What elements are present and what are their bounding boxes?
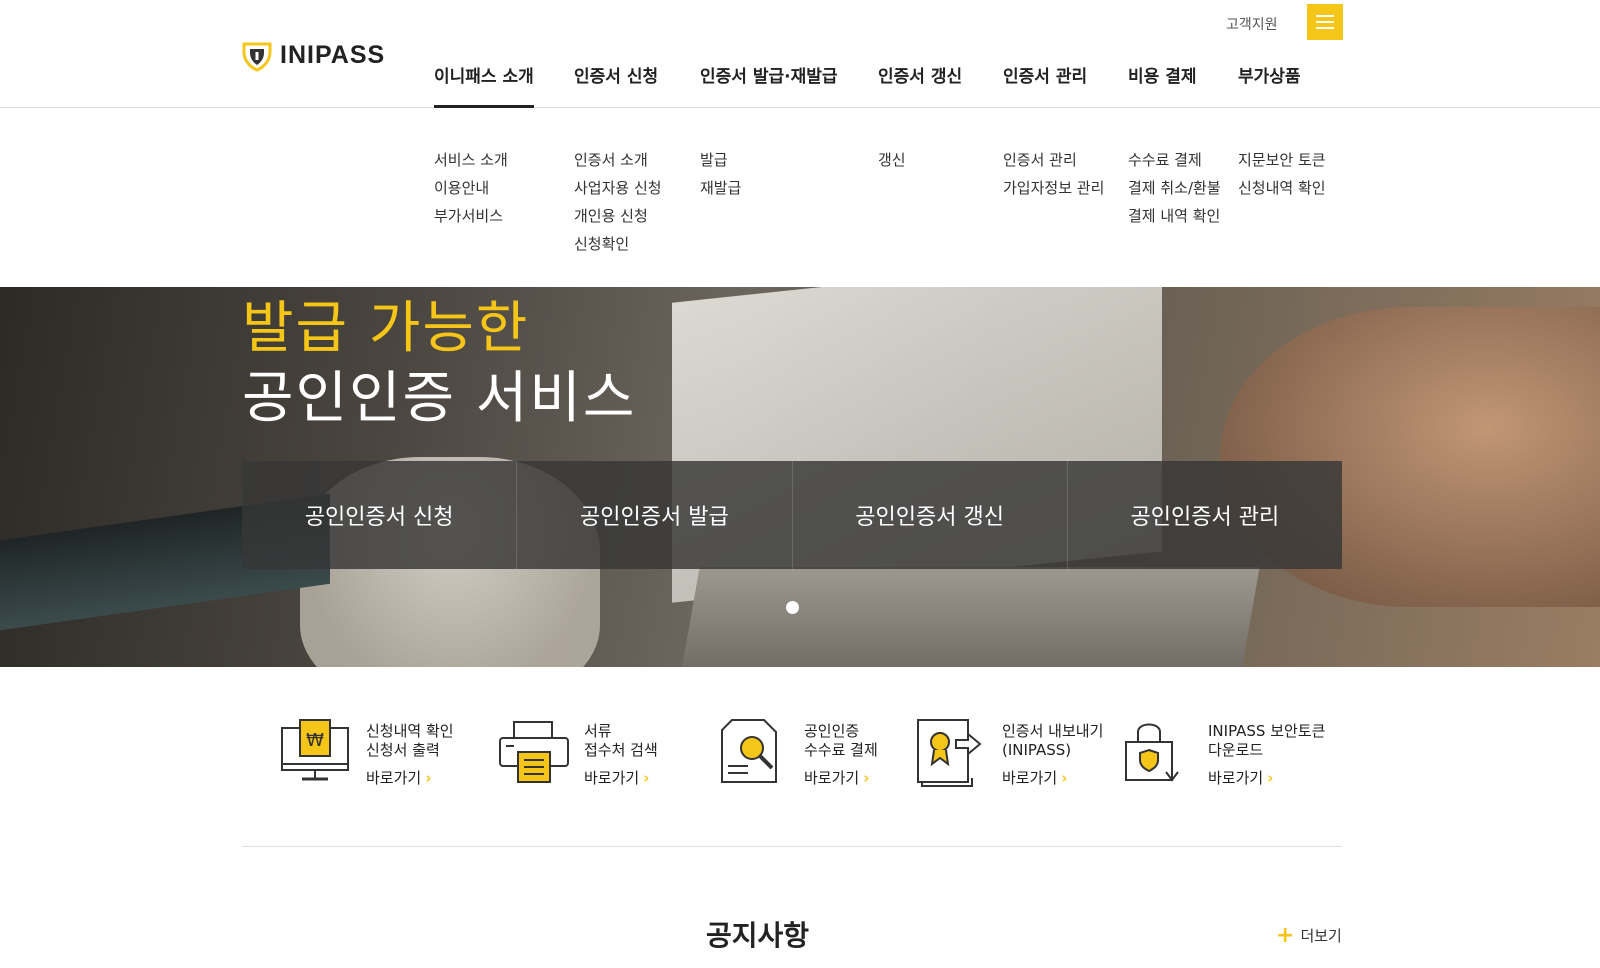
- carousel-indicator-dot[interactable]: [786, 601, 799, 614]
- service-subtitle: 접수처 검색: [584, 741, 658, 759]
- nav-inipass-intro[interactable]: 이니패스 소개: [434, 62, 534, 108]
- document-search-icon: [721, 719, 777, 783]
- service-label: 신청내역 확인 신청서 출력 바로가기 ›: [366, 718, 454, 788]
- submenu-item[interactable]: 지문보안 토큰: [1238, 146, 1326, 174]
- laptop-keyboard-image: [680, 567, 1260, 667]
- service-title: 서류: [584, 722, 612, 740]
- service-subtitle: 다운로드: [1208, 741, 1264, 759]
- submenu-item[interactable]: 수수료 결제: [1128, 146, 1221, 174]
- submenu-item[interactable]: 인증서 소개: [574, 146, 662, 174]
- service-title: INIPASS 보안토큰: [1208, 722, 1326, 740]
- service-token-download[interactable]: INIPASS 보안토큰 다운로드 바로가기 ›: [1122, 718, 1325, 788]
- site-header: INIPASS 고객지원 이니패스 소개 인증서 신청 인증서 발급·재발급 인…: [0, 0, 1600, 108]
- quick-manage-button[interactable]: 공인인증서 관리: [1066, 461, 1342, 569]
- service-label: 공인인증 수수료 결제 바로가기 ›: [804, 718, 878, 788]
- submenu-item[interactable]: 결제 취소/환불: [1128, 174, 1221, 202]
- section-divider: [242, 846, 1342, 847]
- submenu-manage: 인증서 관리 가입자정보 관리: [1003, 146, 1104, 202]
- submenu-item[interactable]: 신청내역 확인: [1238, 174, 1326, 202]
- lock-download-icon: [1125, 723, 1179, 782]
- submenu-item[interactable]: 개인용 신청: [574, 202, 662, 230]
- support-link[interactable]: 고객지원: [1226, 14, 1278, 34]
- chevron-right-icon: ›: [1061, 769, 1068, 787]
- nav-cert-apply[interactable]: 인증서 신청: [574, 62, 658, 107]
- quick-apply-button[interactable]: 공인인증서 신청: [242, 461, 516, 569]
- menu-line-icon: [1316, 21, 1334, 23]
- submenu-issue: 발급 재발급: [700, 146, 741, 202]
- service-document-office[interactable]: 서류 접수처 검색 바로가기 ›: [498, 718, 658, 788]
- submenu-item[interactable]: 신청확인: [574, 230, 662, 258]
- plus-icon: +: [1276, 923, 1295, 948]
- monitor-won-icon: ₩: [281, 719, 349, 781]
- nav-cert-manage[interactable]: 인증서 관리: [1003, 62, 1087, 107]
- nav-cert-issue[interactable]: 인증서 발급·재발급: [700, 62, 838, 107]
- hero-banner: 발급 가능한 공인인증 서비스 공인인증서 신청 공인인증서 발급 공인인증서 …: [0, 287, 1600, 667]
- nav-cert-renew[interactable]: 인증서 갱신: [878, 62, 962, 107]
- shortcut-link[interactable]: 바로가기 ›: [366, 769, 454, 788]
- service-title: 공인인증: [804, 722, 860, 740]
- submenu-item[interactable]: 인증서 관리: [1003, 146, 1104, 174]
- chevron-right-icon: ›: [425, 769, 432, 787]
- certificate-export-icon: [917, 719, 982, 787]
- service-subtitle: 수수료 결제: [804, 741, 878, 759]
- more-label: 더보기: [1300, 927, 1342, 945]
- service-application-history[interactable]: ₩ 신청내역 확인 신청서 출력 바로가기 ›: [280, 718, 454, 788]
- inipass-logo[interactable]: INIPASS: [240, 38, 385, 72]
- hero-title: 공인인증 서비스: [242, 366, 637, 431]
- svg-text:₩: ₩: [306, 730, 324, 751]
- service-label: 인증서 내보내기 (INIPASS) 바로가기 ›: [1002, 718, 1103, 788]
- shield-logo-icon: [242, 42, 272, 72]
- menu-line-icon: [1316, 15, 1334, 17]
- submenu-item[interactable]: 갱신: [878, 146, 906, 174]
- shortcut-link[interactable]: 바로가기 ›: [1002, 769, 1103, 788]
- submenu-addon: 지문보안 토큰 신청내역 확인: [1238, 146, 1326, 202]
- submenu-item[interactable]: 이용안내: [434, 174, 508, 202]
- service-cert-export[interactable]: 인증서 내보내기 (INIPASS) 바로가기 ›: [916, 718, 1103, 788]
- chevron-right-icon: ›: [643, 769, 650, 787]
- service-label: INIPASS 보안토큰 다운로드 바로가기 ›: [1208, 718, 1325, 788]
- printer-icon: [499, 721, 569, 783]
- brand-name: INIPASS: [280, 40, 386, 69]
- service-title: 인증서 내보내기: [1002, 722, 1104, 740]
- notice-more-link[interactable]: + 더보기: [1276, 923, 1342, 948]
- menu-line-icon: [1316, 27, 1334, 29]
- service-label: 서류 접수처 검색 바로가기 ›: [584, 718, 658, 788]
- submenu-apply: 인증서 소개 사업자용 신청 개인용 신청 신청확인: [574, 146, 662, 258]
- quick-renew-button[interactable]: 공인인증서 갱신: [791, 461, 1067, 569]
- service-subtitle: (INIPASS): [1002, 741, 1072, 759]
- service-title: 신청내역 확인: [366, 722, 454, 740]
- service-subtitle: 신청서 출력: [366, 741, 440, 759]
- shortcut-link[interactable]: 바로가기 ›: [804, 769, 878, 788]
- submenu-item[interactable]: 가입자정보 관리: [1003, 174, 1104, 202]
- shortcut-link[interactable]: 바로가기 ›: [584, 769, 658, 788]
- submenu-item[interactable]: 부가서비스: [434, 202, 508, 230]
- nav-payment[interactable]: 비용 결제: [1128, 62, 1196, 107]
- submenu-item[interactable]: 발급: [700, 146, 741, 174]
- shortcut-link[interactable]: 바로가기 ›: [1208, 769, 1325, 788]
- submenu-item[interactable]: 결제 내역 확인: [1128, 202, 1221, 230]
- submenu-item[interactable]: 서비스 소개: [434, 146, 508, 174]
- submenu-item[interactable]: 재발급: [700, 174, 741, 202]
- hamburger-menu-button[interactable]: [1307, 4, 1343, 40]
- quick-issue-button[interactable]: 공인인증서 발급: [516, 461, 791, 569]
- submenu-renew: 갱신: [878, 146, 906, 174]
- chevron-right-icon: ›: [863, 769, 870, 787]
- hero-quick-menu: 공인인증서 신청 공인인증서 발급 공인인증서 갱신 공인인증서 관리: [242, 461, 1342, 569]
- submenu-item[interactable]: 사업자용 신청: [574, 174, 662, 202]
- nav-addon[interactable]: 부가상품: [1238, 62, 1301, 107]
- submenu-intro: 서비스 소개 이용안내 부가서비스: [434, 146, 508, 230]
- chevron-right-icon: ›: [1267, 769, 1274, 787]
- submenu-payment: 수수료 결제 결제 취소/환불 결제 내역 확인: [1128, 146, 1221, 230]
- service-fee-payment[interactable]: 공인인증 수수료 결제 바로가기 ›: [718, 718, 878, 788]
- notice-heading: 공지사항: [706, 919, 810, 952]
